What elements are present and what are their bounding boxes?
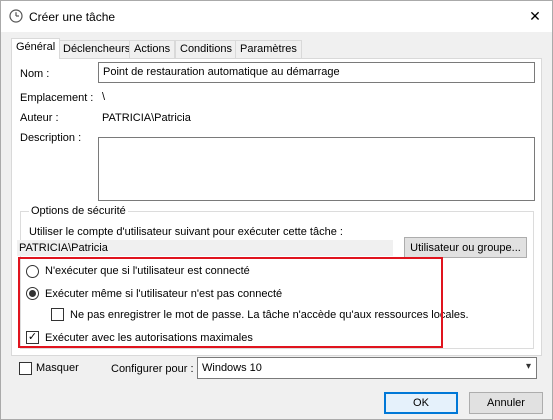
window-title: Créer une tâche [29, 10, 116, 24]
user-or-group-button[interactable]: Utilisateur ou groupe... [404, 237, 527, 258]
close-button[interactable]: ✕ [522, 5, 548, 27]
tab-triggers[interactable]: Déclencheurs [58, 40, 136, 58]
description-label: Description : [20, 132, 82, 144]
security-options-title: Options de sécurité [29, 205, 128, 217]
ok-button[interactable]: OK [384, 392, 458, 414]
location-label: Emplacement : [20, 92, 94, 104]
tab-general[interactable]: Général [11, 38, 61, 59]
highlight-box [18, 257, 443, 348]
create-task-window: Créer une tâche ✕ Général Déclencheurs A… [0, 0, 553, 420]
name-label: Nom : [20, 68, 50, 80]
close-icon: ✕ [529, 7, 541, 24]
tab-conditions[interactable]: Conditions [175, 40, 237, 58]
configure-for-select[interactable]: Windows 10 ▾ [197, 357, 537, 379]
cancel-button[interactable]: Annuler [469, 392, 543, 414]
account-value: PATRICIA\Patricia [17, 240, 393, 256]
configure-for-label: Configurer pour : [111, 363, 194, 375]
author-value: PATRICIA\Patricia [102, 112, 191, 124]
description-textarea[interactable] [98, 137, 535, 201]
account-prompt: Utiliser le compte d'utilisateur suivant… [29, 226, 343, 238]
author-label: Auteur : [20, 112, 59, 124]
hidden-checkbox[interactable] [19, 362, 32, 375]
chevron-down-icon: ▾ [525, 361, 531, 372]
name-input[interactable]: Point de restauration automatique au dém… [98, 62, 535, 83]
title-bar: Créer une tâche ✕ [1, 1, 552, 32]
location-value: \ [102, 91, 106, 103]
configure-for-value: Windows 10 [202, 362, 262, 374]
tab-settings[interactable]: Paramètres [235, 40, 302, 58]
task-clock-icon [9, 9, 23, 23]
tab-actions[interactable]: Actions [129, 40, 176, 58]
hidden-label[interactable]: Masquer [36, 362, 79, 374]
